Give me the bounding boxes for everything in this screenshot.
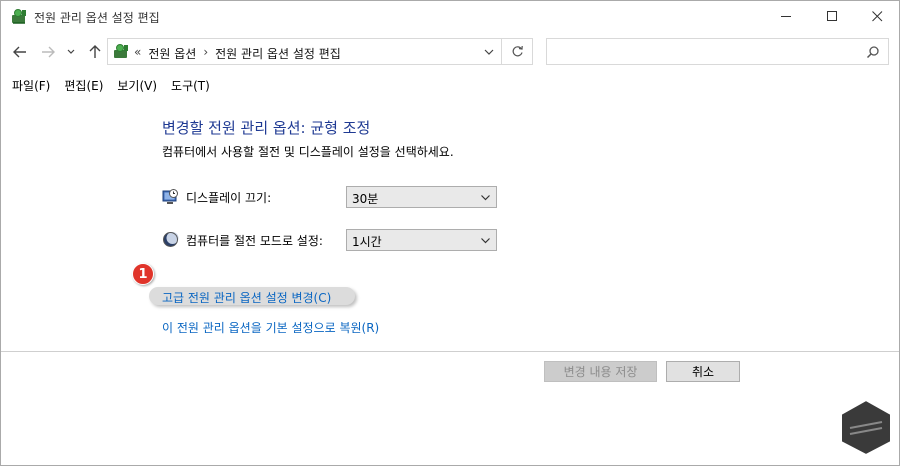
window-title: 전원 관리 옵션 설정 편집 bbox=[34, 11, 160, 25]
setting-label-display-off: 디스플레이 끄기: bbox=[186, 191, 272, 205]
breadcrumb-item-edit-plan[interactable]: 전원 관리 옵션 설정 편집 bbox=[215, 45, 341, 62]
breadcrumb-separator[interactable]: › bbox=[203, 45, 208, 62]
close-button[interactable] bbox=[854, 1, 900, 32]
minimize-icon bbox=[780, 16, 791, 17]
footer-divider bbox=[1, 351, 899, 352]
restore-defaults-link[interactable]: 이 전원 관리 옵션을 기본 설정으로 복원(R) bbox=[162, 319, 379, 336]
refresh-button[interactable] bbox=[502, 38, 533, 65]
search-input[interactable] bbox=[547, 39, 857, 64]
sleep-select[interactable]: 1시간 bbox=[346, 229, 497, 251]
recent-locations-button[interactable] bbox=[64, 43, 78, 61]
main-content: 변경할 전원 관리 옵션: 균형 조정 컴퓨터에서 사용할 절전 및 디스플레이… bbox=[1, 97, 899, 349]
menu-edit[interactable]: 편집(E) bbox=[57, 74, 110, 96]
page-subtitle: 컴퓨터에서 사용할 절전 및 디스플레이 설정을 선택하세요. bbox=[162, 145, 454, 159]
breadcrumb: « 전원 옵션 › 전원 관리 옵션 설정 편집 bbox=[134, 45, 341, 62]
monitor-clock-icon bbox=[162, 189, 178, 204]
close-icon bbox=[871, 11, 882, 22]
arrow-right-icon bbox=[42, 46, 55, 58]
menu-tools[interactable]: 도구(T) bbox=[164, 74, 217, 96]
cancel-button[interactable]: 취소 bbox=[666, 361, 740, 382]
moon-icon bbox=[163, 232, 179, 247]
refresh-icon bbox=[512, 45, 523, 57]
chevron-down-icon bbox=[481, 238, 490, 244]
page-title: 변경할 전원 관리 옵션: 균형 조정 bbox=[162, 119, 371, 137]
chevron-down-icon bbox=[67, 49, 75, 54]
setting-label-sleep: 컴퓨터를 절전 모드로 설정: bbox=[186, 234, 323, 248]
forward-button[interactable] bbox=[38, 43, 58, 61]
maximize-button[interactable] bbox=[809, 1, 855, 32]
chevron-down-icon[interactable] bbox=[483, 46, 495, 58]
setting-row-sleep: 컴퓨터를 절전 모드로 설정: 1시간 bbox=[162, 229, 502, 251]
power-options-icon bbox=[114, 44, 128, 58]
window: 전원 관리 옵션 설정 편집 « 전원 옵션 › 전원 관리 옵션 설정 편집 … bbox=[0, 0, 900, 466]
save-changes-button[interactable]: 변경 내용 저장 bbox=[544, 361, 657, 382]
back-button[interactable] bbox=[10, 43, 30, 61]
setting-row-display-off: 디스플레이 끄기: 30분 bbox=[162, 186, 502, 208]
arrow-up-icon bbox=[89, 45, 101, 58]
up-button[interactable] bbox=[85, 43, 105, 61]
watermark-logo bbox=[840, 398, 892, 456]
sleep-select-value: 1시간 bbox=[352, 235, 382, 249]
display-off-select[interactable]: 30분 bbox=[346, 186, 497, 208]
minimize-button[interactable] bbox=[763, 1, 809, 32]
chevron-down-icon bbox=[481, 195, 490, 201]
search-icon[interactable] bbox=[866, 45, 880, 59]
title-bar: 전원 관리 옵션 설정 편집 bbox=[1, 1, 899, 32]
arrow-left-icon bbox=[13, 46, 26, 58]
step-badge: 1 bbox=[132, 263, 154, 285]
advanced-settings-link[interactable]: 고급 전원 관리 옵션 설정 변경(C) bbox=[162, 289, 331, 306]
power-options-icon bbox=[12, 9, 26, 24]
display-off-select-value: 30분 bbox=[352, 192, 379, 206]
menu-file[interactable]: 파일(F) bbox=[5, 74, 57, 96]
breadcrumb-overflow[interactable]: « bbox=[134, 45, 141, 62]
breadcrumb-item-power-options[interactable]: 전원 옵션 bbox=[148, 45, 196, 62]
menu-view[interactable]: 보기(V) bbox=[110, 74, 164, 96]
search-box[interactable] bbox=[546, 38, 889, 65]
address-bar[interactable]: « 전원 옵션 › 전원 관리 옵션 설정 편집 bbox=[107, 38, 502, 65]
menu-bar: 파일(F) 편집(E) 보기(V) 도구(T) bbox=[1, 74, 217, 96]
maximize-icon bbox=[826, 11, 837, 21]
navigation-bar: « 전원 옵션 › 전원 관리 옵션 설정 편집 bbox=[1, 35, 899, 69]
